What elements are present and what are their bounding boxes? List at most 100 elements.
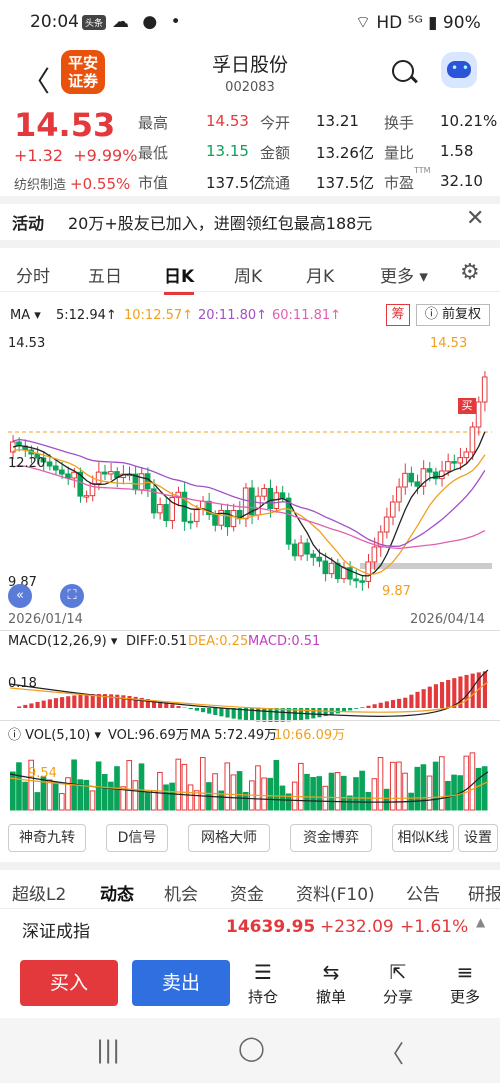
volume-bar (475, 767, 482, 811)
chart-svg (8, 371, 492, 811)
volume-bar (255, 765, 261, 811)
macd-bar (127, 695, 132, 708)
sector-change[interactable]: 纺织制造 +0.55% (14, 174, 130, 193)
tool-fund-game[interactable]: 资金博弈 (290, 824, 372, 852)
share-button[interactable]: ⇱ 分享 (373, 960, 423, 1007)
kline-chart[interactable]: MA ▾ 5:12.94↑ 10:12.57↑ 20:11.80↑ 60:11.… (0, 296, 500, 816)
buy-button[interactable]: 买入 (20, 960, 118, 1006)
quote-value: 10.21% (440, 112, 498, 130)
tab-daily-k[interactable]: 日K (164, 262, 195, 295)
quote-value: 1.58 (440, 142, 474, 160)
tool-d-signal[interactable]: D信号 (106, 824, 168, 852)
candle-up (255, 495, 261, 516)
volume-bar (175, 758, 182, 811)
macd-diff: DIFF:0.51 (126, 634, 188, 649)
macd-bar (470, 673, 475, 708)
positions-icon: ☰ (254, 960, 272, 984)
back-nav-icon[interactable]: 〈 (380, 1034, 404, 1069)
quote-panel: 14.53 +1.32 +9.99% 纺织制造 +0.55% 最高 14.53 今开 1… (0, 106, 500, 198)
macd-bar (354, 708, 359, 709)
status-icons: ☁ ● • (112, 12, 185, 32)
quote-label: 市盈 (384, 174, 415, 192)
tab-funds[interactable]: 资金 (230, 880, 264, 905)
activity-banner[interactable]: 活动 20万+股友已加入，进圈领红包最高188元 ✕ (0, 204, 500, 238)
tab-five-day[interactable]: 五日 (88, 262, 122, 287)
home-icon[interactable]: ◯ (238, 1034, 265, 1062)
date-start: 2026/01/14 (8, 612, 83, 627)
tool-grid-master[interactable]: 网格大师 (188, 824, 270, 852)
tab-dynamics[interactable]: 动态 (100, 880, 134, 905)
volume-bar (224, 762, 231, 811)
tab-opportunity[interactable]: 机会 (164, 880, 198, 905)
expand-up-icon[interactable]: ▲ (476, 915, 485, 929)
tab-more[interactable]: 更多 ▾ (380, 262, 428, 287)
candle-down (310, 553, 316, 558)
candle-up (89, 483, 96, 497)
cancel-order-button[interactable]: ⇆ 撤单 (306, 960, 356, 1007)
tab-monthly-k[interactable]: 月K (306, 262, 334, 287)
tab-super-l2[interactable]: 超级L2 (12, 880, 66, 905)
candle-up (138, 473, 145, 491)
macd-bar (84, 694, 89, 708)
tab-intraday[interactable]: 分时 (16, 262, 50, 287)
adjust-button[interactable]: ⓘ 前复权 (416, 304, 490, 326)
search-icon[interactable] (392, 60, 414, 82)
volume-bar (267, 777, 274, 811)
positions-label: 持仓 (247, 988, 278, 1006)
candle-up (463, 451, 470, 459)
ma-selector[interactable]: MA ▾ (10, 308, 41, 323)
more-button[interactable]: ≡ 更多 (440, 960, 490, 1007)
quote-value: 13.26亿 (316, 144, 374, 162)
recents-icon[interactable]: ||| (96, 1036, 120, 1064)
tool-magic-nine[interactable]: 神奇九转 (8, 824, 86, 852)
macd-bar (176, 706, 181, 708)
macd-bar (78, 694, 83, 708)
volume-bar (52, 782, 59, 811)
candle-down (65, 473, 71, 479)
fullscreen-icon[interactable]: ⛶ (60, 584, 84, 608)
candle-down (59, 469, 65, 475)
chip-button[interactable]: 筹 (386, 304, 410, 326)
vol-value: VOL:96.69万 (108, 728, 189, 743)
candle-down (316, 556, 323, 562)
candle-down (322, 560, 329, 575)
stock-name: 孚日股份 (211, 54, 288, 76)
ma20-value: 20:11.80↑ (198, 308, 268, 323)
tab-announcements[interactable]: 公告 (406, 880, 440, 905)
macd-bar (317, 708, 322, 718)
tab-research[interactable]: 研报 (468, 880, 500, 905)
macd-selector[interactable]: MACD(12,26,9) ▾ (8, 634, 117, 649)
candle-down (304, 542, 310, 555)
quote-label: 换手 (384, 114, 415, 132)
candle-up (469, 426, 476, 453)
vol-selector[interactable]: ⓘ VOL(5,10) ▾ (8, 724, 101, 743)
macd-bar (433, 684, 438, 708)
positions-button[interactable]: ☰ 持仓 (238, 960, 288, 1007)
status-right: ⌔ HD ⁵ᴳ ▮ 90% (355, 13, 481, 33)
close-icon[interactable]: ✕ (466, 206, 484, 231)
candle-down (267, 487, 274, 509)
macd-y-label: 0.18 (8, 676, 37, 691)
collapse-icon[interactable]: « (8, 584, 32, 608)
gear-icon[interactable]: ⚙ (460, 260, 480, 285)
buy-signal-tag[interactable]: 买 (458, 398, 476, 414)
tool-settings[interactable]: 设置 (458, 824, 498, 852)
status-bar: 20:04 头条 ☁ ● • ⌔ HD ⁵ᴳ ▮ 90% (0, 0, 500, 46)
tab-f10[interactable]: 资料(F10) (296, 880, 375, 905)
macd-bar (47, 699, 52, 708)
tool-similar-k[interactable]: 相似K线 (392, 824, 454, 852)
candle-up (95, 471, 102, 485)
volume-bar (89, 790, 96, 811)
candle-up (365, 561, 372, 582)
tab-weekly-k[interactable]: 周K (234, 262, 262, 287)
macd-bar (311, 708, 316, 719)
candle-down (163, 504, 169, 522)
macd-bar (439, 682, 445, 708)
status-badge: 头条 (82, 15, 107, 30)
macd-bar (213, 708, 218, 716)
assistant-bot-icon[interactable] (441, 52, 477, 88)
macd-bar (390, 700, 396, 708)
sell-button[interactable]: 卖出 (132, 960, 230, 1006)
index-ticker[interactable]: 深证成指 14639.95 +232.09 +1.61% ▲ (0, 908, 500, 944)
macd-bar (360, 707, 365, 708)
